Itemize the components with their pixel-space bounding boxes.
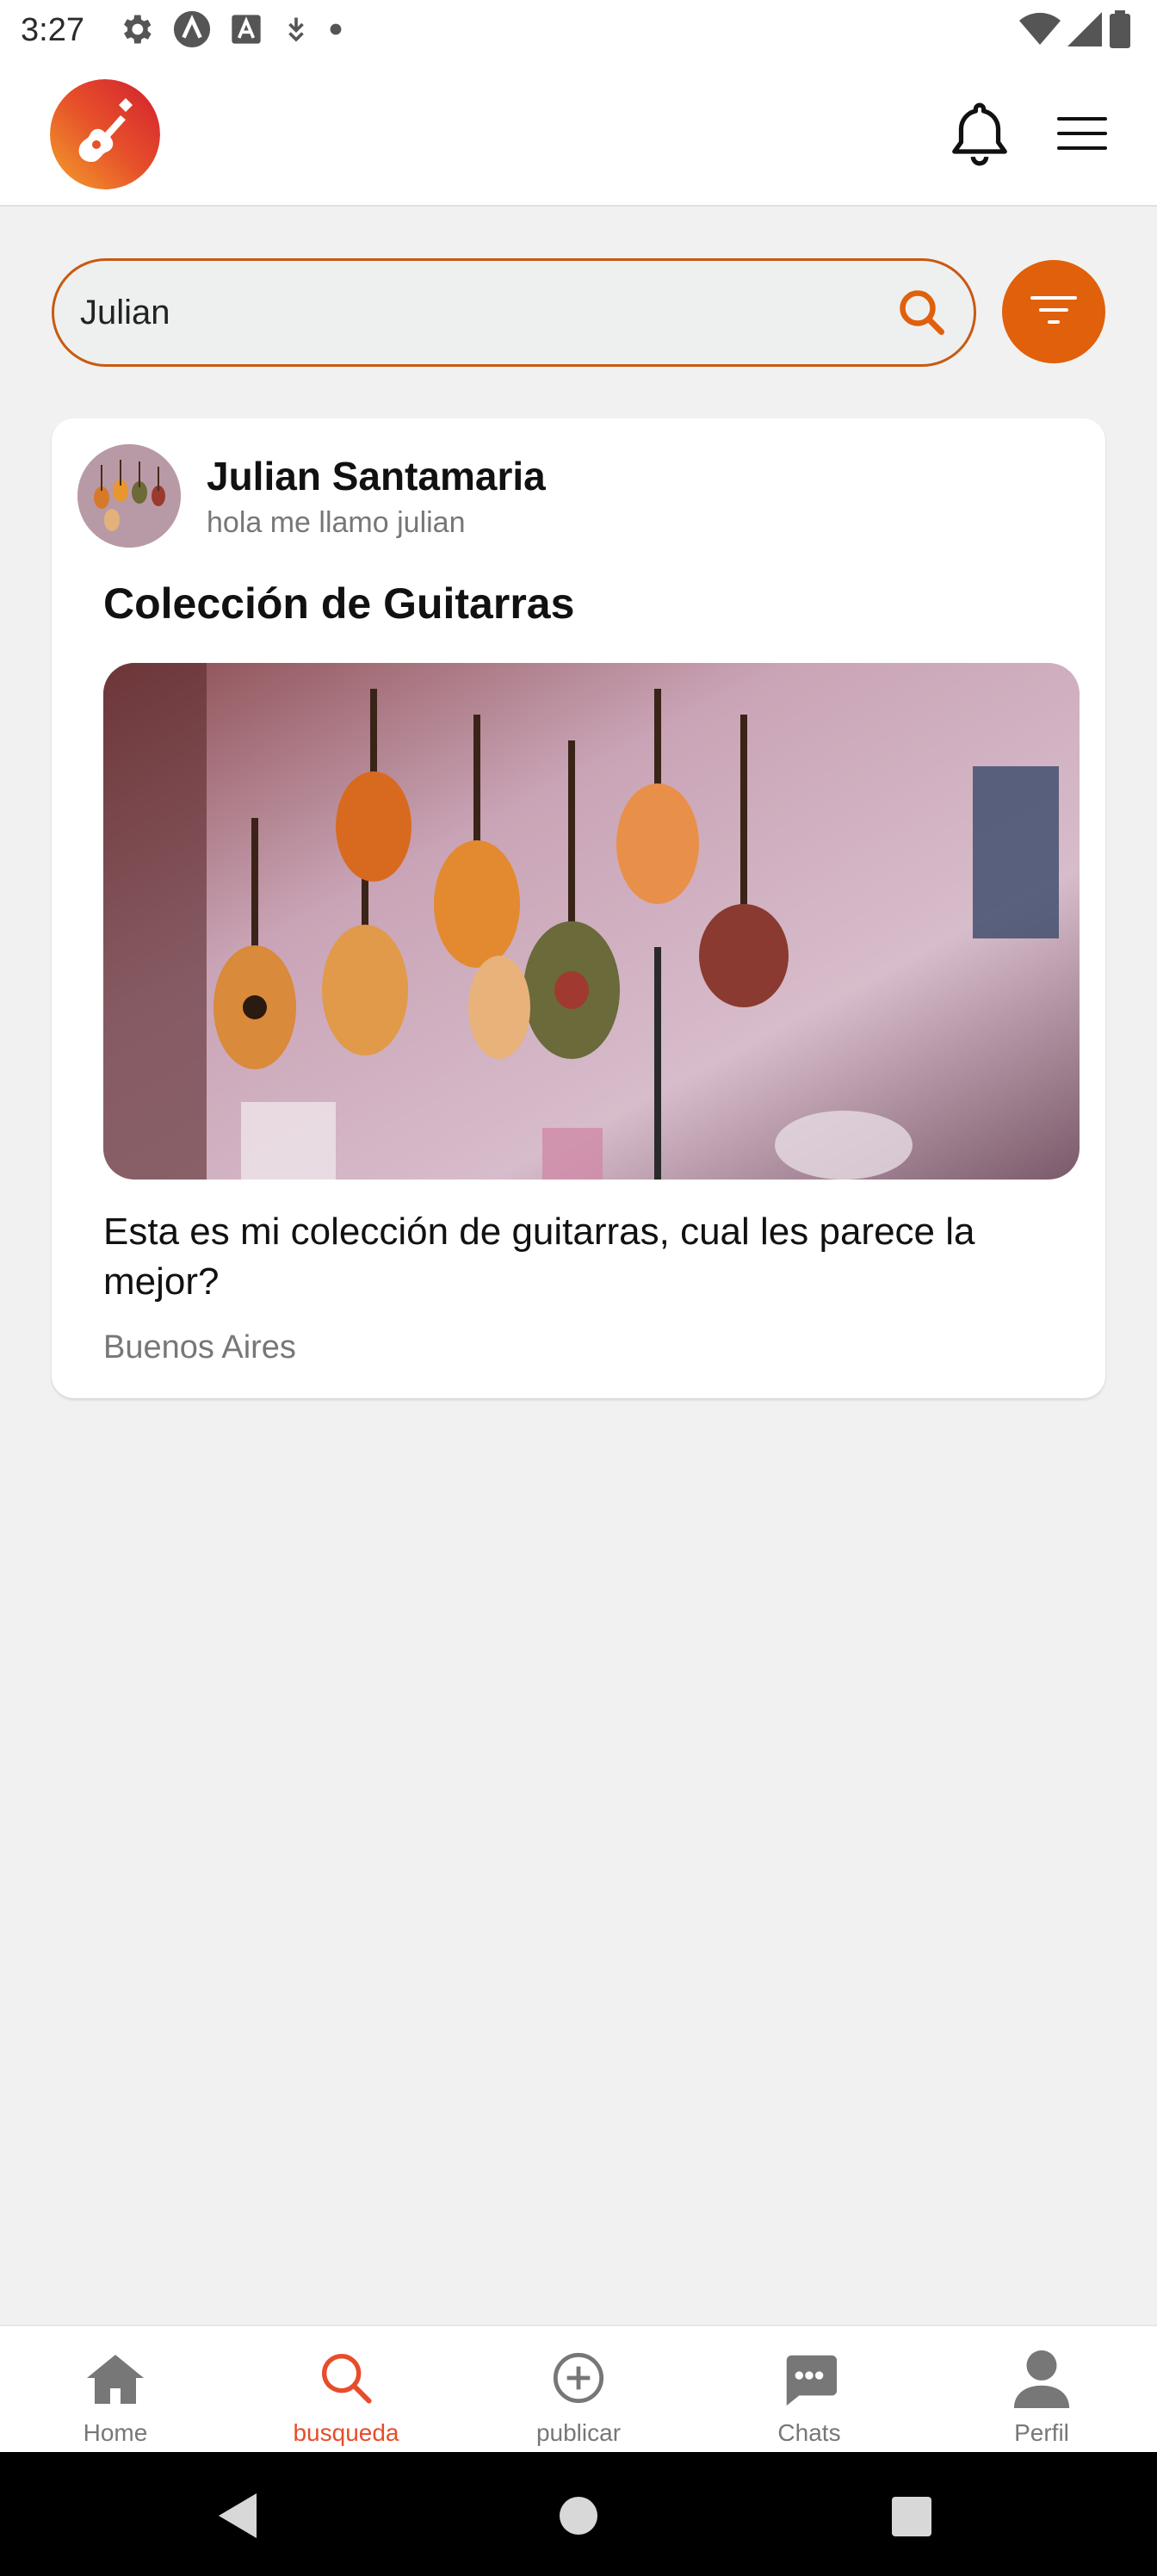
app-header xyxy=(0,62,1157,207)
download-icon xyxy=(281,12,312,51)
home-circle-icon[interactable] xyxy=(560,2497,597,2535)
nav-label-home: Home xyxy=(83,2419,148,2446)
bottom-nav: Home busqueda publicar Chats Perfil xyxy=(0,2325,1157,2452)
hamburger-menu-icon[interactable] xyxy=(1055,114,1109,153)
recents-square-icon[interactable] xyxy=(892,2497,931,2536)
system-nav-bar xyxy=(0,2452,1157,2576)
author-bio: hola me llamo julian xyxy=(207,506,466,539)
nav-busqueda[interactable]: busqueda xyxy=(251,2326,441,2454)
guitar-logo-icon[interactable] xyxy=(50,79,160,189)
filter-button[interactable] xyxy=(1002,260,1105,363)
search-icon[interactable] xyxy=(896,287,948,338)
settings-icon xyxy=(117,10,155,53)
dot-icon xyxy=(329,22,343,40)
post-location: Buenos Aires xyxy=(103,1329,296,1365)
avatar[interactable] xyxy=(77,444,181,548)
nav-label-publicar: publicar xyxy=(535,2419,622,2446)
status-time: 3:27 xyxy=(21,12,84,48)
wifi-icon xyxy=(1019,12,1061,51)
nav-publicar[interactable]: publicar xyxy=(484,2326,673,2454)
a-square-icon xyxy=(229,12,263,51)
home-icon xyxy=(83,2345,148,2411)
status-icons-left xyxy=(117,9,343,53)
chat-icon xyxy=(776,2345,842,2411)
nav-chats[interactable]: Chats xyxy=(715,2326,904,2454)
status-icons-right xyxy=(1019,9,1131,53)
nav-label-perfil: Perfil xyxy=(1014,2419,1069,2446)
post-text: Esta es mi colección de guitarras, cual … xyxy=(103,1211,975,1303)
nav-perfil[interactable]: Perfil xyxy=(947,2326,1136,2454)
post-title: Colección de Guitarras xyxy=(103,579,575,628)
post-image[interactable] xyxy=(103,663,1080,1180)
signal-icon xyxy=(1067,11,1102,51)
battery-icon xyxy=(1109,9,1131,53)
bell-icon[interactable] xyxy=(947,100,1012,169)
author-name[interactable]: Julian Santamaria xyxy=(207,453,546,499)
filter-icon xyxy=(1027,293,1080,331)
nav-label-busqueda: busqueda xyxy=(293,2419,399,2446)
search-icon xyxy=(313,2345,379,2411)
nav-label-chats: Chats xyxy=(777,2419,841,2446)
a-circle-icon xyxy=(172,9,212,53)
person-icon xyxy=(1009,2345,1074,2411)
status-bar: 3:27 xyxy=(0,0,1157,62)
nav-home[interactable]: Home xyxy=(21,2326,210,2454)
back-icon[interactable] xyxy=(217,2492,258,2544)
search-box xyxy=(52,258,976,367)
post-card[interactable]: Julian Santamaria hola me llamo julian C… xyxy=(52,418,1105,1398)
add-circle-icon xyxy=(546,2345,611,2411)
search-input[interactable] xyxy=(80,261,872,364)
